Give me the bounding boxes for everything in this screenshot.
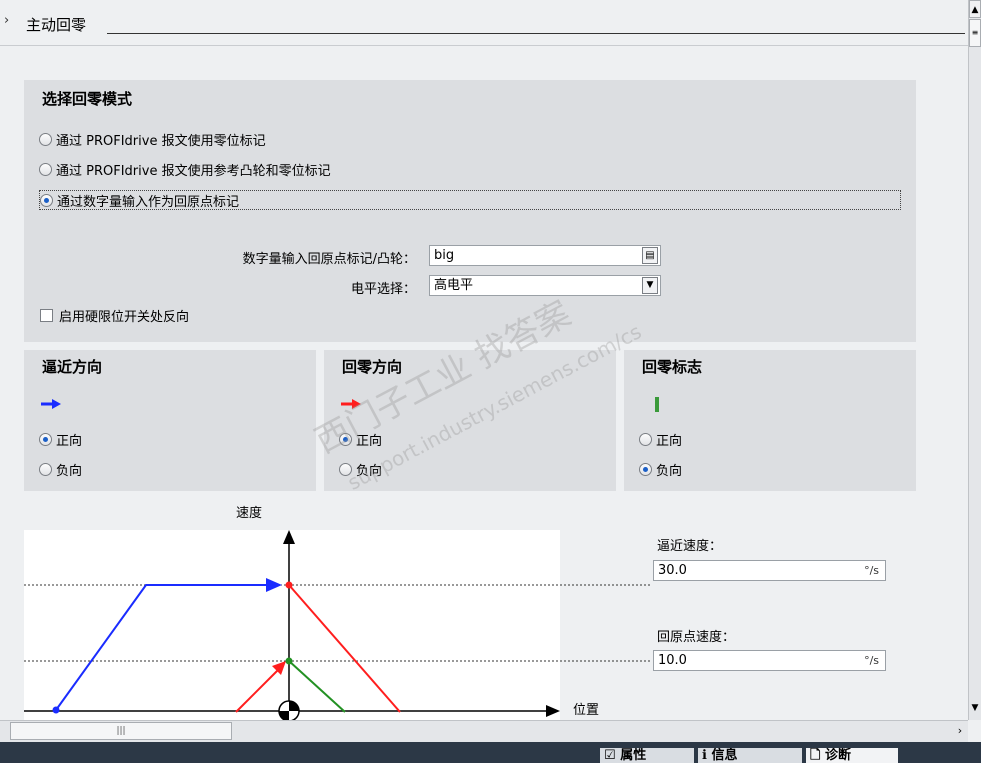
blue-arrow-icon <box>41 399 61 409</box>
radio-label: 负向 <box>356 464 383 479</box>
hw-limit-reverse-checkbox[interactable]: 启用硬限位开关处反向 <box>40 306 189 325</box>
vertical-scroll-thumb[interactable]: ≡ <box>969 19 981 47</box>
scroll-down-icon[interactable]: ▼ <box>969 698 981 718</box>
mode-option-label: 通过数字量输入作为回原点标记 <box>57 194 240 210</box>
approach-speed-value: 30.0 <box>658 563 687 578</box>
digital-input-label: 数字量输入回原点标记/凸轮： <box>242 252 416 267</box>
digital-input-value: big <box>434 248 455 263</box>
expand-arrow-icon[interactable]: › <box>4 13 9 28</box>
radio-icon[interactable] <box>339 433 352 446</box>
mode-option-2[interactable]: 通过 PROFIdrive 报文使用参考凸轮和零位标记 <box>39 160 331 179</box>
homing-speed-value: 10.0 <box>658 653 687 668</box>
homing-speed-point <box>285 657 293 665</box>
digital-input-field[interactable]: big <box>429 245 661 266</box>
homing-negative-radio[interactable]: 负向 <box>339 460 382 479</box>
radio-label: 负向 <box>656 464 683 479</box>
scroll-up-icon[interactable]: ▲ <box>969 0 981 18</box>
x-axis-arrow-icon <box>546 705 560 717</box>
homing-positive-radio[interactable]: 正向 <box>339 430 382 449</box>
section-header <box>0 0 968 46</box>
radio-icon[interactable] <box>639 463 652 476</box>
diagnostics-icon: 🗋 <box>810 748 825 763</box>
tab-label: 信息 <box>711 748 738 763</box>
y-axis-arrow-icon <box>283 530 295 544</box>
level-select-value: 高电平 <box>434 278 474 293</box>
approach-speed-unit: °/s <box>864 564 879 577</box>
vertical-scrollbar[interactable] <box>968 0 981 720</box>
mode-option-1[interactable]: 通过 PROFIdrive 报文使用零位标记 <box>39 130 266 149</box>
diagram-x-label: 位置 <box>573 703 600 718</box>
mode-option-label: 通过 PROFIdrive 报文使用参考凸轮和零位标记 <box>56 164 331 179</box>
flag-negative-radio[interactable]: 负向 <box>639 460 682 479</box>
approach-curve <box>55 584 270 711</box>
approach-direction-title: 逼近方向 <box>42 358 103 376</box>
radio-icon[interactable] <box>339 463 352 476</box>
approach-negative-radio[interactable]: 负向 <box>39 460 82 479</box>
flag-positive-radio[interactable]: 正向 <box>639 430 682 449</box>
chevron-down-icon[interactable]: ▼ <box>642 277 658 294</box>
green-flag-icon <box>655 397 659 412</box>
start-point <box>52 706 60 714</box>
diagram-y-label: 速度 <box>236 506 263 521</box>
checkbox-icon[interactable] <box>40 309 53 322</box>
header-divider <box>107 33 965 34</box>
approach-speed-label: 逼近速度： <box>657 539 723 554</box>
mode-option-label: 通过 PROFIdrive 报文使用零位标记 <box>56 134 266 149</box>
checkbox-label: 启用硬限位开关处反向 <box>59 310 190 325</box>
browse-icon[interactable]: ▤ <box>642 247 658 264</box>
radio-icon[interactable] <box>39 133 52 146</box>
homing-mode-panel <box>24 80 916 342</box>
homing-speed-label: 回原点速度： <box>657 630 736 645</box>
radio-label: 正向 <box>356 434 383 449</box>
level-select-label: 电平选择： <box>350 282 416 297</box>
radio-icon[interactable] <box>39 463 52 476</box>
approach-speed-point <box>285 581 293 589</box>
homing-curve <box>235 667 281 713</box>
radio-label: 负向 <box>56 464 83 479</box>
tab-info[interactable]: ℹ 信息 <box>698 748 802 763</box>
approach-arrow-icon <box>266 578 282 592</box>
tab-label: 属性 <box>620 748 647 763</box>
horizontal-scroll-thumb[interactable]: ||| <box>10 722 232 740</box>
tab-properties[interactable]: ☑ 属性 <box>600 748 694 763</box>
homing-speed-field[interactable]: 10.0 °/s <box>653 650 886 671</box>
approach-speed-field[interactable]: 30.0 °/s <box>653 560 886 581</box>
approach-positive-radio[interactable]: 正向 <box>39 430 82 449</box>
radio-label: 正向 <box>56 434 83 449</box>
mode-panel-title: 选择回零模式 <box>42 90 133 108</box>
level-select-dropdown[interactable]: 高电平 <box>429 275 661 296</box>
tab-label: 诊断 <box>824 748 851 763</box>
homing-direction-title: 回零方向 <box>342 358 403 376</box>
section-title: 主动回零 <box>26 16 87 34</box>
radio-label: 正向 <box>656 434 683 449</box>
radio-icon[interactable] <box>639 433 652 446</box>
scroll-right-icon[interactable]: › <box>952 722 968 740</box>
decel-curve <box>288 584 401 713</box>
tab-diagnostics[interactable]: 🗋 诊断 <box>806 748 898 763</box>
homing-flag-title: 回零标志 <box>642 358 703 376</box>
properties-icon: ☑ <box>604 748 621 763</box>
radio-icon[interactable] <box>39 433 52 446</box>
velocity-diagram <box>24 530 650 720</box>
radio-icon[interactable] <box>39 163 52 176</box>
radio-icon[interactable] <box>40 193 53 207</box>
homing-speed-unit: °/s <box>864 654 879 667</box>
mode-option-3[interactable]: 通过数字量输入作为回原点标记 <box>39 190 901 210</box>
red-arrow-icon <box>341 399 361 409</box>
